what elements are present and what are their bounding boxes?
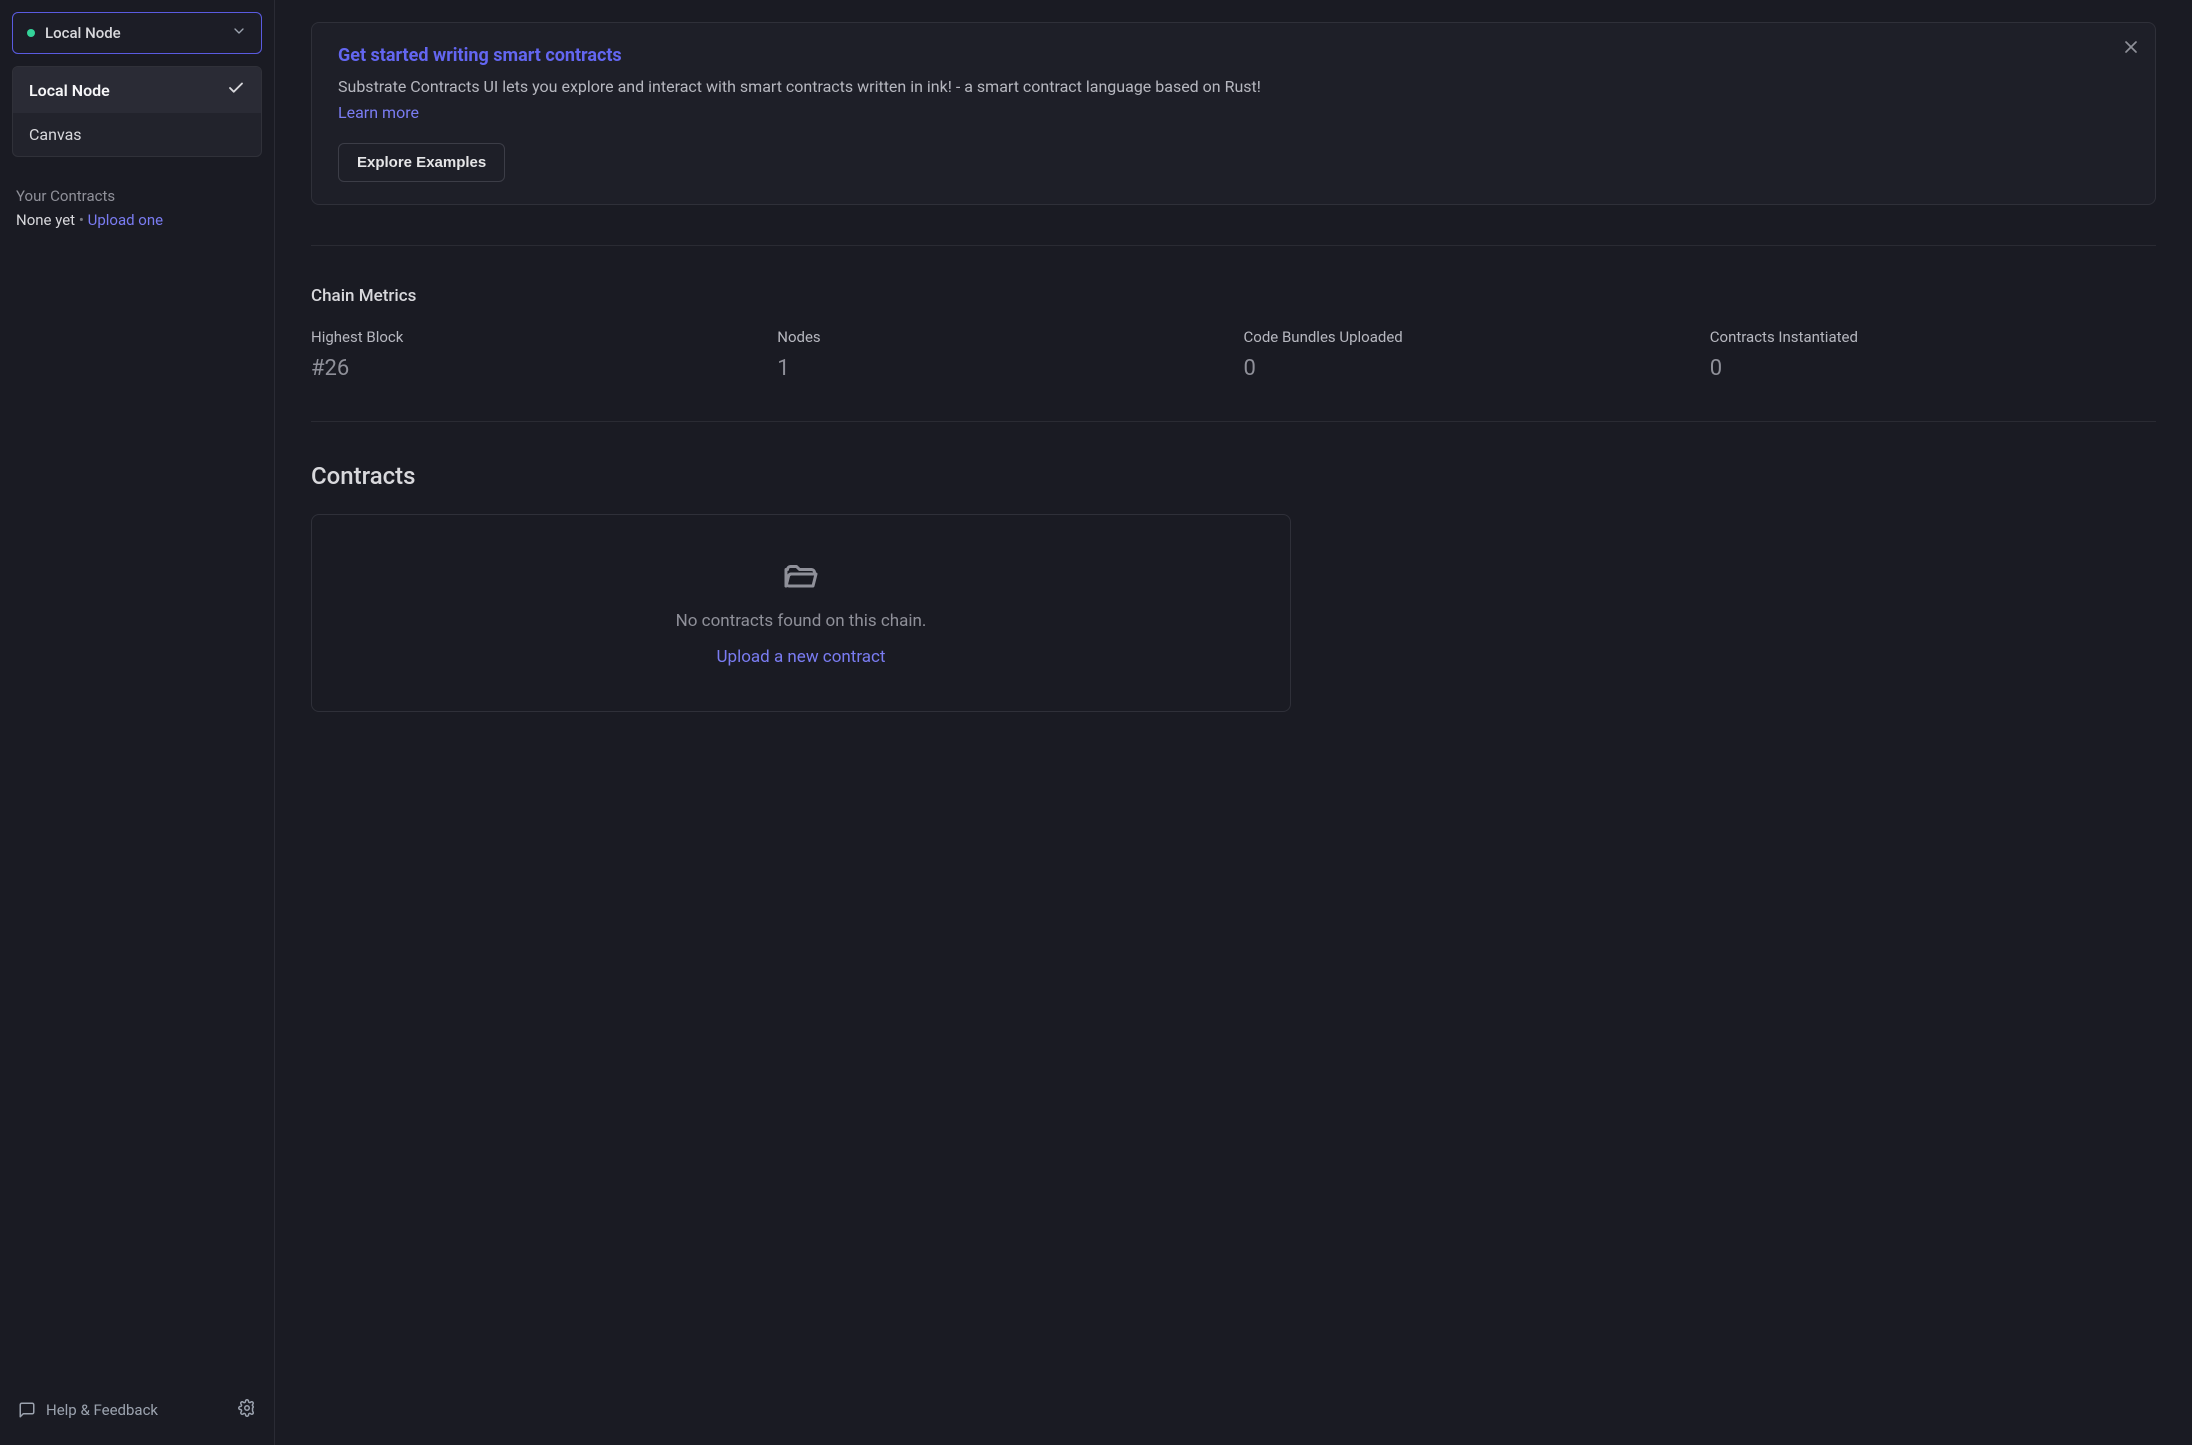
banner-title: Get started writing smart contracts xyxy=(338,45,2129,66)
close-icon xyxy=(2121,37,2141,57)
metric-label: Code Bundles Uploaded xyxy=(1244,328,1690,346)
main-content: Get started writing smart contracts Subs… xyxy=(275,0,2192,1445)
dropdown-item-local-node[interactable]: Local Node xyxy=(13,67,261,113)
contracts-empty-text: No contracts found on this chain. xyxy=(676,611,927,631)
network-selector[interactable]: Local Node xyxy=(12,12,262,54)
chat-icon xyxy=(18,1401,36,1419)
upload-new-contract-link[interactable]: Upload a new contract xyxy=(717,647,886,667)
check-icon xyxy=(227,79,245,101)
chain-metrics-section: Chain Metrics Highest Block #26 Nodes 1 … xyxy=(311,286,2156,381)
close-banner-button[interactable] xyxy=(2121,37,2141,61)
help-feedback-link[interactable]: Help & Feedback xyxy=(18,1401,158,1419)
metric-value: #26 xyxy=(311,356,757,381)
banner-text: Substrate Contracts UI lets you explore … xyxy=(338,74,1298,125)
sidebar: Local Node Local Node Canvas Your Contra… xyxy=(0,0,275,1445)
learn-more-link[interactable]: Learn more xyxy=(338,103,419,122)
metrics-grid: Highest Block #26 Nodes 1 Code Bundles U… xyxy=(311,328,2156,381)
metric-nodes: Nodes 1 xyxy=(777,328,1223,381)
metric-label: Highest Block xyxy=(311,328,757,346)
dropdown-item-label: Canvas xyxy=(29,125,82,144)
explore-examples-button[interactable]: Explore Examples xyxy=(338,143,505,182)
chevron-down-icon xyxy=(231,23,247,43)
get-started-banner: Get started writing smart contracts Subs… xyxy=(311,22,2156,205)
help-feedback-label: Help & Feedback xyxy=(46,1401,158,1419)
contracts-title: Contracts xyxy=(311,462,2156,490)
sidebar-footer: Help & Feedback xyxy=(12,1391,262,1433)
contracts-empty-text: None yet xyxy=(16,211,75,229)
contracts-empty-card: No contracts found on this chain. Upload… xyxy=(311,514,1291,712)
separator: • xyxy=(79,211,84,229)
metric-value: 0 xyxy=(1244,356,1690,381)
folder-open-icon xyxy=(783,559,819,595)
dropdown-item-label: Local Node xyxy=(29,81,110,100)
settings-button[interactable] xyxy=(238,1399,256,1421)
divider xyxy=(311,421,2156,422)
contracts-section: Contracts No contracts found on this cha… xyxy=(311,462,2156,712)
chain-metrics-title: Chain Metrics xyxy=(311,286,2156,306)
metric-highest-block: Highest Block #26 xyxy=(311,328,757,381)
banner-body: Substrate Contracts UI lets you explore … xyxy=(338,77,1261,96)
divider xyxy=(311,245,2156,246)
gear-icon xyxy=(238,1399,256,1417)
metric-value: 1 xyxy=(777,356,1223,381)
network-selected-label: Local Node xyxy=(45,24,121,42)
status-dot-icon xyxy=(27,29,35,37)
metric-contracts-instantiated: Contracts Instantiated 0 xyxy=(1710,328,2156,381)
network-dropdown: Local Node Canvas xyxy=(12,66,262,157)
your-contracts-body: None yet • Upload one xyxy=(16,211,258,229)
your-contracts-section: Your Contracts None yet • Upload one xyxy=(12,187,262,229)
metric-label: Contracts Instantiated xyxy=(1710,328,2156,346)
metric-label: Nodes xyxy=(777,328,1223,346)
metric-code-bundles: Code Bundles Uploaded 0 xyxy=(1244,328,1690,381)
your-contracts-title: Your Contracts xyxy=(16,187,258,205)
dropdown-item-canvas[interactable]: Canvas xyxy=(13,113,261,156)
metric-value: 0 xyxy=(1710,356,2156,381)
upload-one-link[interactable]: Upload one xyxy=(88,211,163,229)
